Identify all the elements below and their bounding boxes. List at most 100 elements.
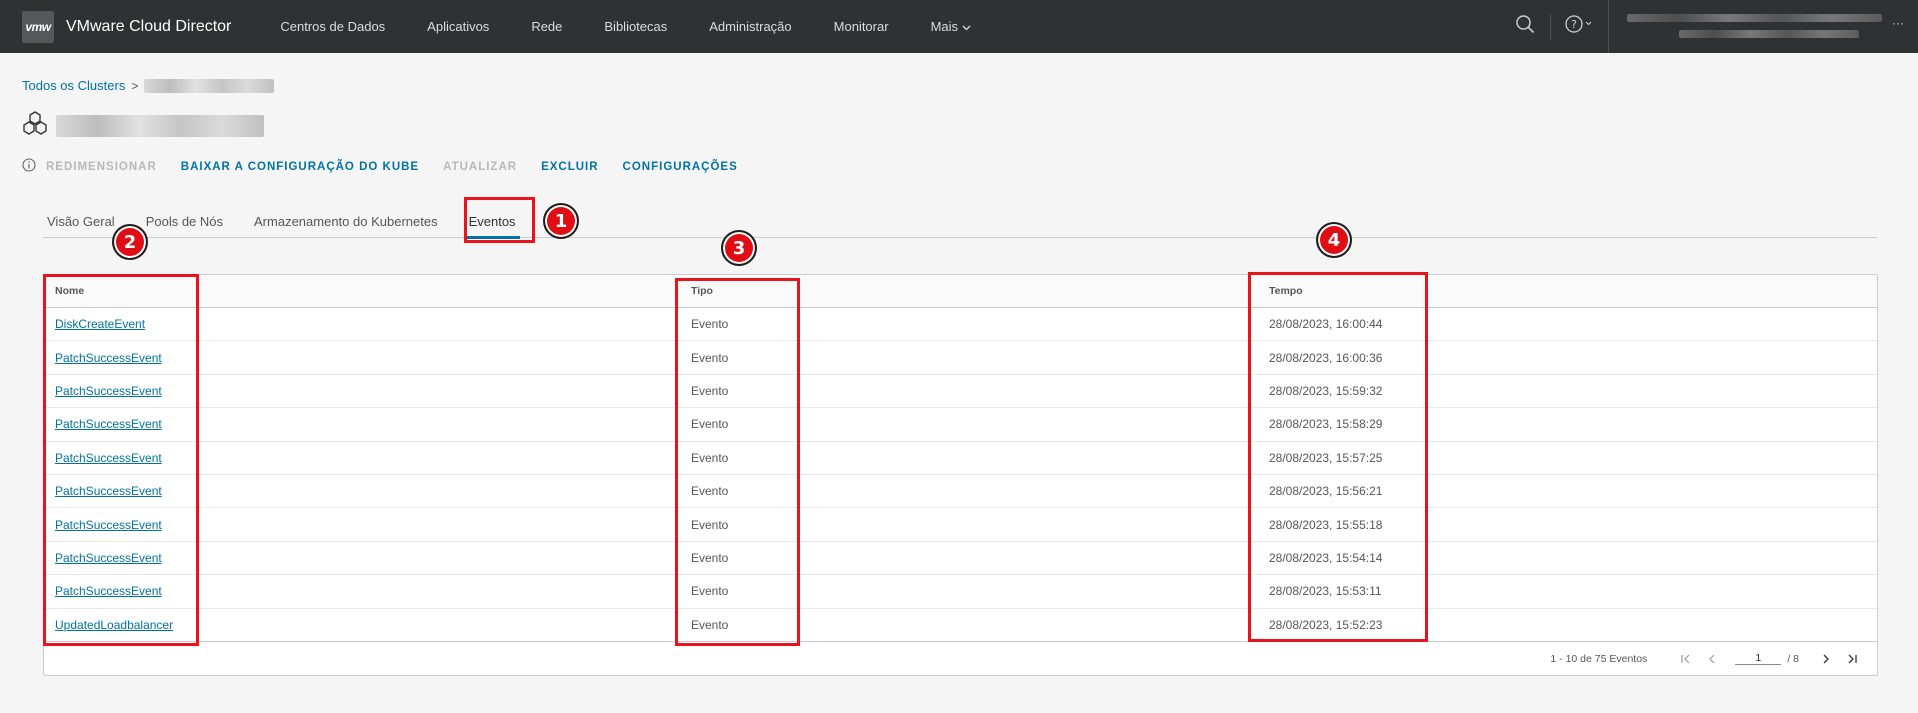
event-name-link[interactable]: UpdatedLoadbalancer [55,618,173,632]
tab-node-pools[interactable]: Pools de Nós [142,208,227,238]
table-row[interactable]: PatchSuccessEvent Evento 28/08/2023, 15:53… [44,575,1877,609]
table-row[interactable]: DiskCreateEvent Evento 28/08/2023, 16:00:4… [44,308,1877,342]
cell-type: Evento [691,383,729,398]
tab-kubernetes-storage[interactable]: Armazenamento do Kubernetes [250,208,442,238]
cell-type: Evento [691,417,729,432]
cell-type: Evento [691,584,729,599]
cell-name: PatchSuccessEvent [44,475,680,507]
resize-button[interactable]: REDIMENSIONAR [46,161,157,173]
table-row[interactable]: PatchSuccessEvent Evento 28/08/2023, 15:59… [44,375,1877,409]
update-button[interactable]: ATUALIZAR [443,161,517,173]
cell-type: Evento [691,350,729,365]
previous-page-button[interactable] [1699,654,1725,664]
cell-name: PatchSuccessEvent [44,408,680,440]
search-button[interactable] [1500,0,1550,53]
nav-item-network[interactable]: Rede [510,19,583,34]
cell-time: 28/08/2023, 15:58:29 [1269,417,1383,432]
app-title[interactable]: VMware Cloud Director [66,18,231,36]
cell-time: 28/08/2023, 15:56:21 [1269,484,1383,499]
annotation-badge-3: 3 [721,230,757,266]
event-name-link[interactable]: PatchSuccessEvent [55,384,162,398]
next-page-button[interactable] [1813,654,1839,664]
table-header: Nome Tipo Tempo [44,275,1877,308]
event-name-link[interactable]: DiskCreateEvent [55,317,145,331]
event-name-link[interactable]: PatchSuccessEvent [55,584,162,598]
pagination: 1 - 10 de 75 Eventos / 8 [44,641,1877,675]
table-row[interactable]: PatchSuccessEvent Evento 28/08/2023, 16:00… [44,341,1877,375]
cell-type: Evento [691,450,729,465]
breadcrumb-all-clusters[interactable]: Todos os Clusters [22,78,125,93]
events-table: Nome Tipo Tempo DiskCreateEvent Evento 28/… [43,274,1878,676]
cell-name: PatchSuccessEvent [44,341,680,373]
annotation-badge-1: 1 [543,203,579,239]
user-menu[interactable]: ··· [1608,0,1918,53]
event-name-link[interactable]: PatchSuccessEvent [55,351,162,365]
help-icon: ? [1564,14,1595,39]
table-row[interactable]: PatchSuccessEvent Evento 28/08/2023, 15:57… [44,442,1877,475]
page-number-input[interactable] [1735,652,1782,665]
nav-item-more[interactable]: Mais [910,19,992,34]
top-navigation-bar: vmw VMware Cloud Director Centros de Dad… [0,0,1918,53]
cell-name: PatchSuccessEvent [44,442,680,474]
cell-name: PatchSuccessEvent [44,508,680,540]
nav-item-libraries[interactable]: Bibliotecas [583,19,688,34]
next-page-icon [1823,654,1829,663]
nav-item-monitor[interactable]: Monitorar [813,19,910,34]
cell-name: PatchSuccessEvent [44,575,680,607]
settings-button[interactable]: CONFIGURAÇÕES [623,161,738,173]
table-row[interactable]: PatchSuccessEvent Evento 28/08/2023, 15:54… [44,542,1877,576]
event-name-link[interactable]: PatchSuccessEvent [55,451,162,465]
help-menu-button[interactable]: ? [1550,13,1608,40]
nav-item-applications[interactable]: Aplicativos [406,19,510,34]
cell-time: 28/08/2023, 15:53:11 [1269,584,1382,599]
action-bar: REDIMENSIONAR BAIXAR A CONFIGURAÇÃO DO K… [22,158,762,175]
breadcrumb-separator: > [131,78,139,93]
table-row[interactable]: PatchSuccessEvent Evento 28/08/2023, 15:56… [44,475,1877,509]
user-menu-more-icon: ··· [1892,16,1904,30]
first-page-button[interactable] [1673,654,1699,664]
delete-button[interactable]: EXCLUIR [541,161,598,173]
event-name-link[interactable]: PatchSuccessEvent [55,417,162,431]
column-header-type[interactable]: Tipo [680,275,1258,307]
table-row[interactable]: PatchSuccessEvent Evento 28/08/2023, 15:55… [44,508,1877,542]
cell-name: UpdatedLoadbalancer [44,609,680,641]
cell-time: 28/08/2023, 16:00:44 [1269,317,1383,332]
cell-time: 28/08/2023, 15:54:14 [1269,550,1383,565]
redacted-cluster-title [56,114,264,137]
total-pages: / 8 [1787,652,1799,665]
page-title [22,110,264,141]
nav-item-datacenters[interactable]: Centros de Dados [259,19,406,34]
cell-time: 28/08/2023, 15:59:32 [1269,383,1383,398]
download-kube-config-button[interactable]: BAIXAR A CONFIGURAÇÃO DO KUBE [181,161,419,173]
redacted-username [1627,14,1882,22]
cell-time: 28/08/2023, 15:52:23 [1269,617,1383,632]
cell-type: Evento [691,484,729,499]
cell-time: 28/08/2023, 15:57:25 [1269,450,1383,465]
nav-item-administration[interactable]: Administração [688,19,812,34]
event-name-link[interactable]: PatchSuccessEvent [55,484,162,498]
table-row[interactable]: PatchSuccessEvent Evento 28/08/2023, 15:58… [44,408,1877,442]
event-name-link[interactable]: PatchSuccessEvent [55,551,162,565]
tab-events[interactable]: Eventos [464,208,520,239]
event-name-link[interactable]: PatchSuccessEvent [55,518,162,532]
cell-name: PatchSuccessEvent [44,542,680,574]
last-page-icon [1848,654,1857,663]
cell-time: 28/08/2023, 15:55:18 [1269,517,1383,532]
info-icon[interactable] [22,158,36,175]
vmware-logo[interactable]: vmw [22,10,54,43]
column-header-time[interactable]: Tempo [1258,275,1877,307]
tab-overview[interactable]: Visão Geral [43,208,119,238]
column-header-name[interactable]: Nome [44,275,680,307]
annotation-badge-2: 2 [112,224,148,260]
chevron-down-icon [962,19,971,34]
breadcrumb: Todos os Clusters > [22,78,275,93]
cell-type: Evento [691,550,729,565]
cell-name: PatchSuccessEvent [44,375,680,407]
cell-name: DiskCreateEvent [44,308,680,340]
last-page-button[interactable] [1839,654,1865,664]
table-row[interactable]: UpdatedLoadbalancer Evento 28/08/2023, 15:… [44,609,1877,642]
pagination-summary: 1 - 10 de 75 Eventos [1550,652,1648,665]
cell-type: Evento [691,517,729,532]
annotation-badge-4: 4 [1316,222,1352,258]
more-label: Mais [930,19,959,34]
